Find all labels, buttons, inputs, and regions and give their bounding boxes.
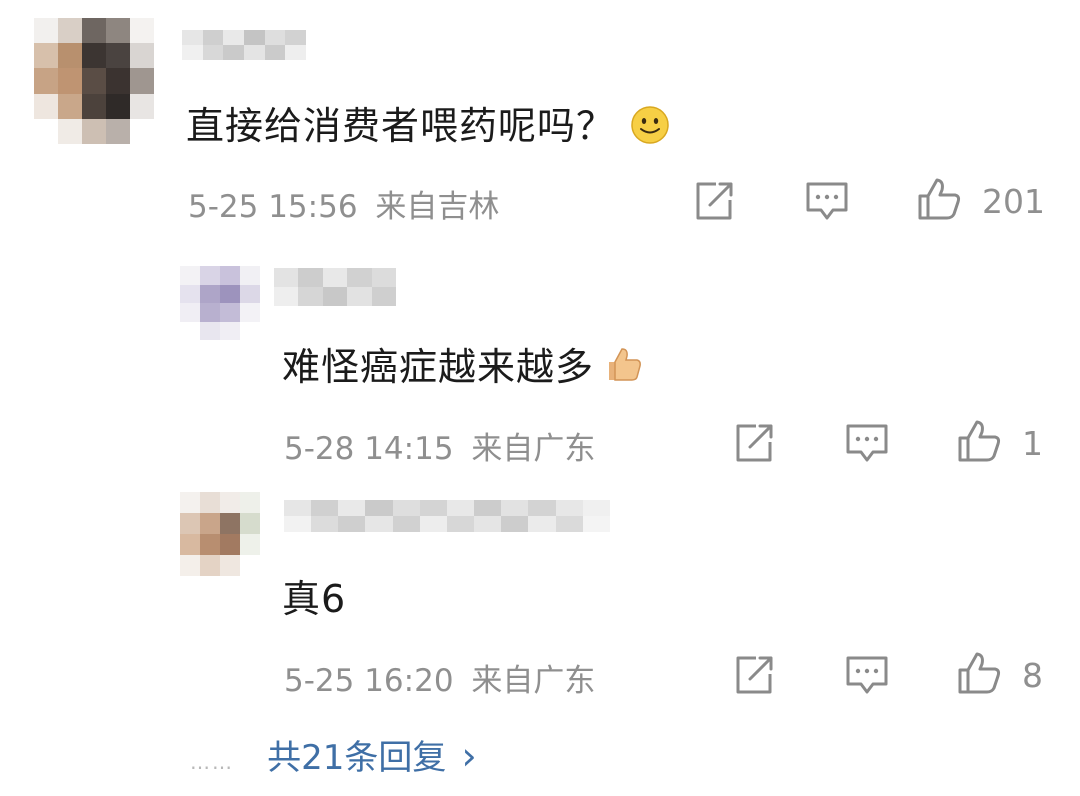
reply-text: 真6: [282, 577, 347, 621]
reply-time: 5-28 14:15: [284, 431, 454, 467]
reply-location: 来自广东: [471, 663, 596, 699]
comment-meta: 5-25 15:56 来自吉林: [188, 181, 499, 226]
reply-meta: 5-28 14:15 来自广东: [284, 423, 595, 468]
reply-icon[interactable]: [844, 652, 890, 698]
like-icon[interactable]: [956, 650, 1002, 696]
like-icon[interactable]: [916, 176, 962, 222]
avatar[interactable]: [180, 492, 260, 576]
more-replies-dots: ……: [190, 750, 234, 774]
reply-time: 5-25 16:20: [284, 663, 454, 699]
comment-text: 直接给消费者喂药呢吗？: [186, 104, 616, 148]
share-icon[interactable]: [730, 420, 776, 466]
comment-time: 5-25 15:56: [188, 189, 358, 225]
like-count: 1: [1022, 424, 1043, 463]
reply-text: 难怪癌症越来越多: [282, 345, 595, 389]
avatar[interactable]: [180, 266, 260, 340]
thumbs-up-emoji-icon: [603, 344, 643, 393]
reply-text-row: 难怪癌症越来越多: [282, 336, 643, 393]
reply-meta: 5-25 16:20 来自广东: [284, 655, 595, 700]
reply-icon[interactable]: [804, 178, 850, 224]
smile-emoji-icon: [630, 105, 670, 154]
username-redacted[interactable]: [274, 268, 396, 306]
share-icon[interactable]: [730, 652, 776, 698]
comment-text-row: 直接给消费者喂药呢吗？: [186, 95, 670, 154]
comment-location: 来自吉林: [375, 189, 500, 225]
share-icon[interactable]: [690, 178, 736, 224]
username-redacted[interactable]: [182, 30, 306, 60]
chevron-right-icon: ›: [461, 734, 477, 778]
username-redacted[interactable]: [284, 500, 610, 532]
more-replies-link[interactable]: …… 共21条回复 ›: [190, 730, 477, 779]
avatar[interactable]: [34, 18, 154, 144]
reply-text-row: 真6: [282, 568, 346, 623]
like-count: 8: [1022, 656, 1043, 695]
more-replies-label: 共21条回复: [267, 738, 447, 778]
like-count: 201: [982, 182, 1045, 221]
like-icon[interactable]: [956, 418, 1002, 464]
reply-icon[interactable]: [844, 420, 890, 466]
reply-location: 来自广东: [471, 431, 596, 467]
